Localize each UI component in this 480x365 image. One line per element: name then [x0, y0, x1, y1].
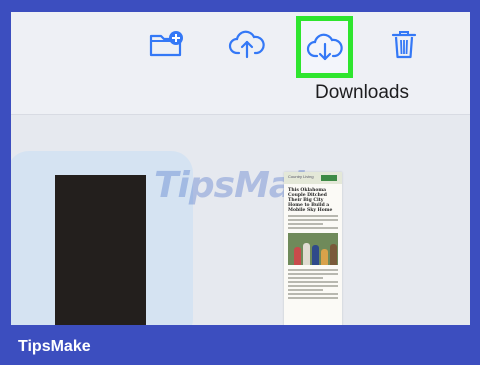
document-text-line: [288, 297, 338, 299]
document-text-line: [288, 277, 323, 279]
folder-plus-icon: [148, 30, 184, 58]
photo-figure: [303, 243, 310, 265]
photo-figure: [294, 247, 301, 265]
upload-button[interactable]: [223, 24, 271, 64]
document-thumbnail[interactable]: Country Living This Oklahoma Couple Ditc…: [284, 172, 342, 325]
document-header: Country Living: [284, 172, 342, 184]
downloads-label: Downloads: [315, 82, 409, 103]
document-text-line: [288, 215, 338, 217]
footer-brand: TipsMake: [18, 338, 91, 355]
document-header-text: Country Living: [288, 174, 314, 179]
cloud-download-icon: [306, 32, 344, 62]
document-header-tag: [321, 175, 337, 181]
document-text-line: [288, 219, 338, 221]
document-text-line: [288, 293, 338, 295]
document-text-line: [288, 285, 338, 287]
cloud-upload-icon: [228, 29, 266, 59]
document-text-line: [288, 223, 323, 225]
file-thumbnail-dark[interactable]: [55, 175, 146, 325]
document-text-line: [288, 281, 338, 283]
toolbar: Downloads: [11, 12, 470, 103]
file-browser-screen: Downloads TipsMake Country Living This O…: [11, 12, 470, 325]
file-grid: TipsMake Country Living This Oklahoma Co…: [11, 115, 470, 325]
document-text-line: [288, 273, 338, 275]
trash-icon: [390, 28, 418, 60]
downloads-button[interactable]: [296, 16, 353, 78]
document-photo: [288, 233, 338, 265]
photo-figure: [312, 245, 319, 265]
photo-figure: [321, 249, 328, 265]
photo-figure: [330, 244, 337, 265]
document-text-line: [288, 289, 323, 291]
document-title: This Oklahoma Couple Ditched Their Big C…: [288, 188, 333, 213]
document-text-line: [288, 269, 338, 271]
new-folder-button[interactable]: [142, 24, 190, 64]
delete-button[interactable]: [380, 24, 428, 64]
document-text-line: [288, 227, 338, 229]
